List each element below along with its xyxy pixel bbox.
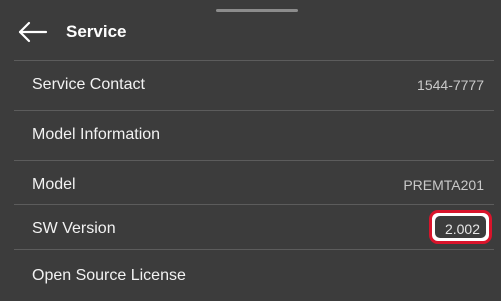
service-contact-label: Service Contact <box>32 76 145 93</box>
service-screen: Service Service Contact 1544-7777 Model … <box>0 0 501 284</box>
sw-version-row[interactable]: SW Version 2.002 <box>14 205 494 254</box>
model-information-label: Model Information <box>32 126 161 143</box>
sw-version-value: 2.002 <box>444 221 480 237</box>
page-title: Service <box>66 22 127 41</box>
open-source-license-row[interactable]: Open Source License <box>14 252 494 301</box>
row-divider <box>14 249 494 250</box>
model-value: PREMTA201 <box>403 177 484 193</box>
model-information-row[interactable]: Model Information <box>14 111 494 160</box>
header-bar: Service <box>0 0 501 56</box>
model-label: Model <box>32 176 76 193</box>
arrow-left-icon <box>18 18 50 46</box>
back-button[interactable] <box>18 18 50 46</box>
model-row[interactable]: Model PREMTA201 <box>14 161 494 210</box>
open-source-license-label: Open Source License <box>32 267 186 284</box>
sw-version-label: SW Version <box>32 220 116 237</box>
service-contact-row[interactable]: Service Contact 1544-7777 <box>14 61 494 110</box>
service-contact-value: 1544-7777 <box>417 77 484 93</box>
